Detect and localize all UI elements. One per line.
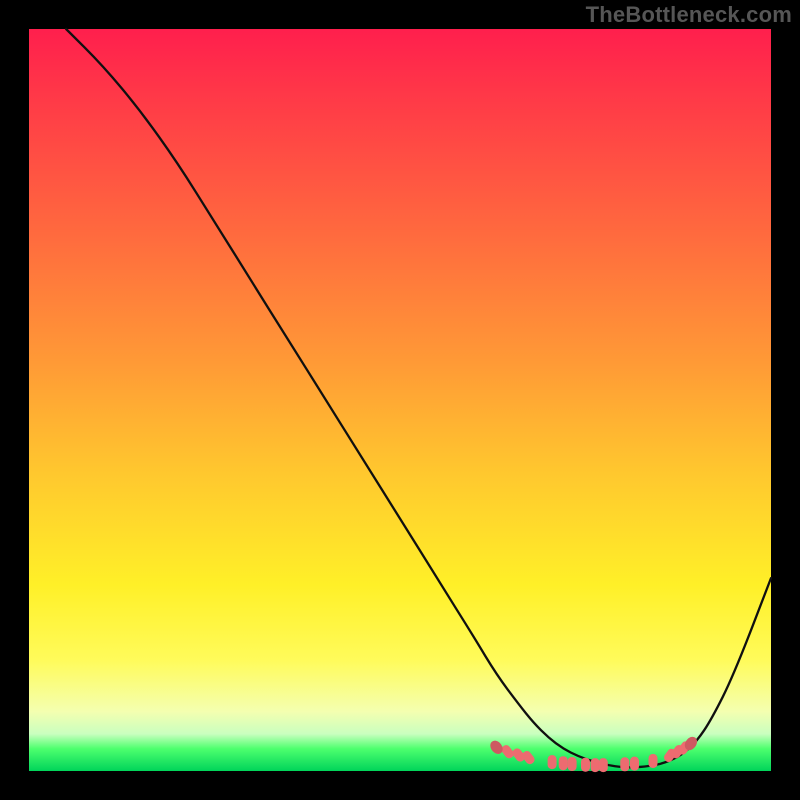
valley-markers — [488, 735, 700, 773]
watermark-text: TheBottleneck.com — [586, 2, 792, 28]
bottleneck-curve — [66, 29, 771, 767]
chart-frame: TheBottleneck.com — [0, 0, 800, 800]
valley-marker — [548, 755, 557, 769]
chart-overlay — [29, 29, 771, 771]
valley-marker — [630, 757, 639, 771]
valley-marker — [649, 754, 658, 768]
valley-marker — [559, 756, 568, 770]
valley-marker — [591, 758, 600, 772]
valley-marker — [599, 758, 608, 772]
valley-marker — [620, 757, 629, 771]
valley-marker — [521, 749, 537, 766]
valley-marker — [568, 757, 577, 771]
valley-marker — [581, 758, 590, 772]
